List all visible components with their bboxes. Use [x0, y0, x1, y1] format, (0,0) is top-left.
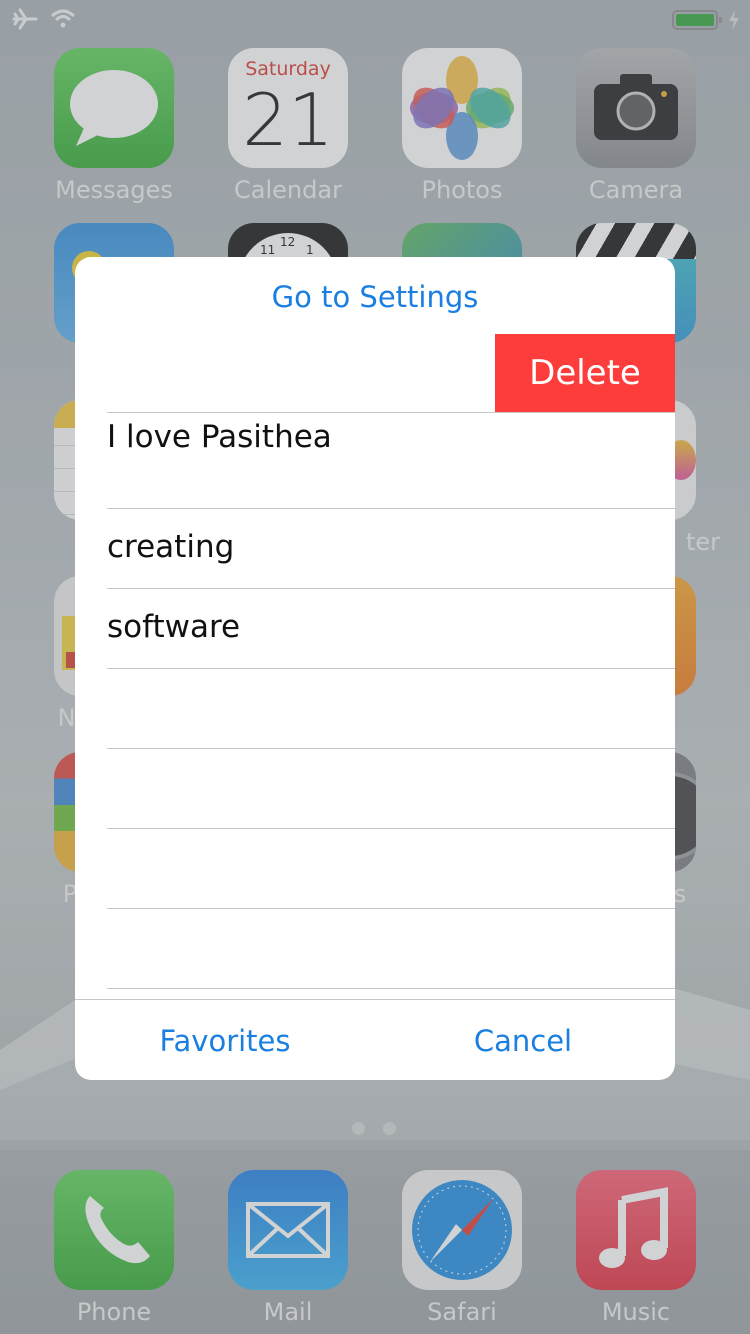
delete-button[interactable]: Delete — [495, 334, 675, 412]
list-item[interactable]: I love Pasithea — [107, 412, 675, 508]
list-item[interactable] — [107, 828, 675, 908]
dialog-footer: Favorites Cancel — [75, 999, 675, 1080]
list-item-text: software — [107, 609, 241, 645]
list-bottom-divider — [107, 988, 675, 989]
favorites-button[interactable]: Favorites — [75, 1000, 375, 1080]
list-item[interactable] — [107, 668, 675, 748]
list-item-text: creating — [107, 529, 235, 565]
cancel-button[interactable]: Cancel — [373, 1000, 673, 1080]
list-item[interactable]: software — [107, 588, 675, 668]
list-item-text: I love Pasithea — [107, 419, 332, 455]
dialog: Go to Settings Delete I love Pasithea cr… — [75, 257, 675, 1080]
list-item[interactable] — [107, 908, 675, 988]
list-item[interactable]: creating — [107, 508, 675, 588]
list-item[interactable] — [107, 748, 675, 828]
go-to-settings-link[interactable]: Go to Settings — [75, 257, 675, 337]
